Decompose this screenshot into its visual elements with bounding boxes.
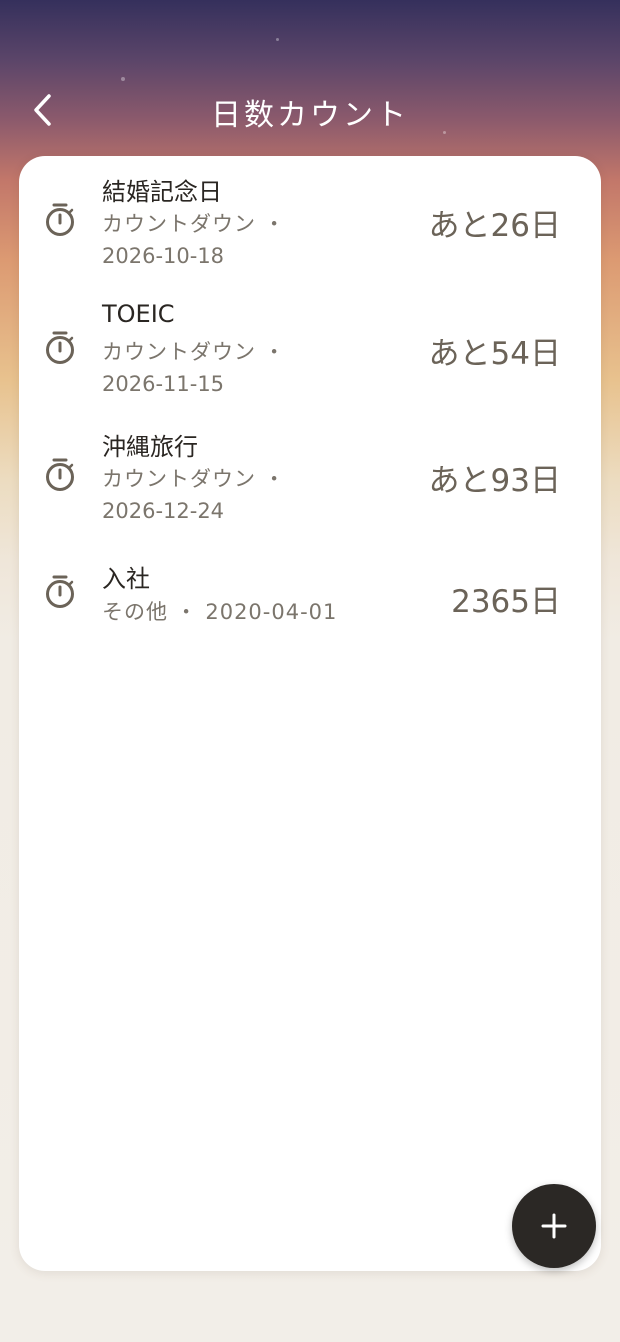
item-date: 2026-10-18: [102, 244, 225, 268]
stopwatch-icon: [46, 458, 74, 491]
list-item[interactable]: 沖縄旅行 カウントダウン ・ 2026-12-24 あと93日: [19, 425, 601, 545]
background-star: [276, 38, 279, 41]
item-name: 入社: [102, 565, 150, 593]
item-type: カウントダウン ・: [102, 212, 286, 236]
item-name: 結婚記念日: [102, 178, 222, 206]
app-header: 日数カウント: [0, 80, 620, 140]
countdown-list-card: 結婚記念日 カウントダウン ・ 2026-10-18 あと26日 TOEIC カ…: [19, 156, 601, 1271]
item-date: 2026-11-15: [102, 372, 225, 396]
item-type: カウントダウン ・: [102, 467, 286, 491]
item-name: 沖縄旅行: [102, 433, 198, 461]
stopwatch-icon: [46, 575, 74, 608]
item-type: カウントダウン ・: [102, 340, 286, 364]
add-button[interactable]: [512, 1184, 596, 1268]
list-item[interactable]: 入社 その他 ・ 2020-04-01 2365日: [19, 556, 601, 636]
list-item[interactable]: TOEIC カウントダウン ・ 2026-11-15 あと54日: [19, 298, 601, 418]
item-name: TOEIC: [102, 300, 175, 328]
item-days: あと54日: [428, 336, 561, 372]
plus-icon: [541, 1213, 567, 1239]
page-title: 日数カウント: [211, 98, 409, 133]
item-days: 2365日: [451, 584, 561, 620]
item-days: あと26日: [428, 208, 561, 244]
stopwatch-icon: [46, 331, 74, 364]
list-item[interactable]: 結婚記念日 カウントダウン ・ 2026-10-18 あと26日: [19, 170, 601, 290]
item-days: あと93日: [428, 463, 561, 499]
stopwatch-icon: [46, 203, 74, 236]
item-meta: その他 ・ 2020-04-01: [102, 600, 338, 624]
item-date: 2026-12-24: [102, 499, 225, 523]
